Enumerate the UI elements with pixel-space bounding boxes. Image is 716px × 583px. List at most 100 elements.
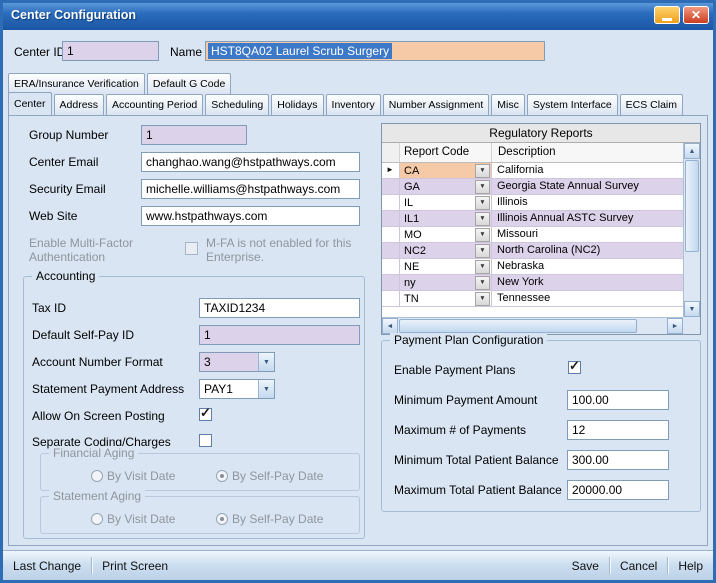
tab-inventory[interactable]: Inventory <box>326 94 381 115</box>
description-cell[interactable]: New York <box>492 275 683 291</box>
accounting-group: Accounting Tax ID Default Self-Pay ID Ac… <box>23 276 365 539</box>
tab-era-insurance-verification[interactable]: ERA/Insurance Verification <box>8 73 145 94</box>
description-cell[interactable]: Illinois Annual ASTC Survey <box>492 211 683 227</box>
vertical-scroll-thumb[interactable] <box>685 160 699 252</box>
name-input[interactable]: HST8QA02 Laurel Scrub Surgery <box>205 41 545 61</box>
description-cell[interactable]: Missouri <box>492 227 683 243</box>
description-cell[interactable]: California <box>492 163 683 179</box>
tab-center[interactable]: Center <box>8 92 52 115</box>
enable-payment-plans-checkbox[interactable]: ✓ <box>568 361 581 374</box>
scroll-left-button[interactable]: ◄ <box>382 318 398 334</box>
report-code-cell[interactable]: ny▼ <box>400 275 492 291</box>
close-button[interactable]: ✕ <box>683 6 709 24</box>
default-self-pay-id-input[interactable] <box>199 325 360 345</box>
financial-aging-by-visit-date-radio[interactable] <box>91 470 103 482</box>
tab-scheduling[interactable]: Scheduling <box>205 94 269 115</box>
vertical-scroll-track[interactable] <box>684 253 700 301</box>
horizontal-scrollbar[interactable]: ◄ ► <box>382 317 683 334</box>
minimum-payment-amount-input[interactable] <box>567 390 669 410</box>
horizontal-scroll-track[interactable] <box>638 318 667 334</box>
description-cell[interactable]: Illinois <box>492 195 683 211</box>
grid-col-description[interactable]: Description <box>492 143 683 162</box>
maximum-total-patient-balance-input[interactable] <box>567 480 669 500</box>
tab-address[interactable]: Address <box>54 94 105 115</box>
window-titlebar[interactable]: Center Configuration ✕ <box>0 0 716 30</box>
dropdown-button[interactable]: ▼ <box>475 292 490 306</box>
combo-button[interactable]: ▼ <box>258 380 274 398</box>
statement-aging-by-visit-date-radio[interactable] <box>91 513 103 525</box>
save-button[interactable]: Save <box>562 559 609 573</box>
report-code-cell[interactable]: NE▼ <box>400 259 492 275</box>
last-change-button[interactable]: Last Change <box>3 559 91 573</box>
report-code-cell[interactable]: NC2▼ <box>400 243 492 259</box>
tab-ecs-claim[interactable]: ECS Claim <box>620 94 683 115</box>
report-code-cell[interactable]: GA▼ <box>400 179 492 195</box>
report-code-cell[interactable]: CA▼ <box>400 163 492 179</box>
financial-aging-by-visit-date-label: By Visit Date <box>107 469 175 483</box>
dropdown-button[interactable]: ▼ <box>475 212 490 226</box>
tab-misc[interactable]: Misc <box>491 94 525 115</box>
maximum-payments-input[interactable] <box>567 420 669 440</box>
description-cell[interactable]: Tennessee <box>492 291 683 307</box>
minimize-button[interactable] <box>654 6 680 24</box>
dropdown-button[interactable]: ▼ <box>475 180 490 194</box>
tab-accounting-period[interactable]: Accounting Period <box>106 94 203 115</box>
report-code-cell[interactable]: IL▼ <box>400 195 492 211</box>
table-row[interactable]: GA▼ Georgia State Annual Survey <box>382 179 683 195</box>
report-code-cell[interactable]: IL1▼ <box>400 211 492 227</box>
scroll-right-button[interactable]: ► <box>667 318 683 334</box>
account-number-format-select[interactable]: 3 ▼ <box>199 352 275 372</box>
cancel-button[interactable]: Cancel <box>610 559 667 573</box>
status-bar: Last Change Print Screen Save Cancel Hel… <box>3 550 713 580</box>
tab-default-g-code[interactable]: Default G Code <box>147 73 231 94</box>
statement-aging-by-self-pay-date-radio[interactable] <box>216 513 228 525</box>
group-number-input[interactable] <box>141 125 247 145</box>
help-button[interactable]: Help <box>668 559 713 573</box>
description-cell[interactable]: Nebraska <box>492 259 683 275</box>
report-code-cell[interactable]: TN▼ <box>400 291 492 307</box>
table-row[interactable]: MO▼ Missouri <box>382 227 683 243</box>
print-screen-button[interactable]: Print Screen <box>92 559 178 573</box>
dropdown-button[interactable]: ▼ <box>475 244 490 258</box>
grid-col-report-code[interactable]: Report Code <box>400 143 492 162</box>
default-self-pay-id-label: Default Self-Pay ID <box>32 328 134 342</box>
statement-payment-address-select[interactable]: PAY1 ▼ <box>199 379 275 399</box>
dropdown-button[interactable]: ▼ <box>475 228 490 242</box>
center-configuration-window: Center Configuration ✕ Center ID Name HS… <box>0 0 716 583</box>
row-selector <box>382 243 400 259</box>
vertical-scrollbar[interactable]: ▲ ▼ <box>683 143 700 317</box>
center-email-input[interactable] <box>141 152 360 172</box>
table-row[interactable]: NC2▼ North Carolina (NC2) <box>382 243 683 259</box>
regulatory-reports-grid: Regulatory Reports Report Code Descripti… <box>381 123 701 335</box>
dropdown-button[interactable]: ▼ <box>475 260 490 274</box>
tab-system-interface[interactable]: System Interface <box>527 94 618 115</box>
tab-number-assignment[interactable]: Number Assignment <box>383 94 490 115</box>
mfa-checkbox[interactable] <box>185 242 198 255</box>
table-row[interactable]: IL1▼ Illinois Annual ASTC Survey <box>382 211 683 227</box>
dropdown-button[interactable]: ▼ <box>475 164 490 178</box>
table-row[interactable]: ► CA▼ California <box>382 163 683 179</box>
security-email-input[interactable] <box>141 179 360 199</box>
horizontal-scroll-thumb[interactable] <box>399 319 637 333</box>
dropdown-button[interactable]: ▼ <box>475 196 490 210</box>
allow-on-screen-posting-checkbox[interactable]: ✓ <box>199 408 212 421</box>
scroll-down-button[interactable]: ▼ <box>684 301 700 317</box>
table-row[interactable]: IL▼ Illinois <box>382 195 683 211</box>
description-cell[interactable]: Georgia State Annual Survey <box>492 179 683 195</box>
dropdown-button[interactable]: ▼ <box>475 276 490 290</box>
table-row[interactable]: TN▼ Tennessee <box>382 291 683 307</box>
description-cell[interactable]: North Carolina (NC2) <box>492 243 683 259</box>
table-row[interactable]: NE▼ Nebraska <box>382 259 683 275</box>
financial-aging-by-self-pay-date-radio[interactable] <box>216 470 228 482</box>
center-id-input[interactable] <box>62 41 159 61</box>
web-site-input[interactable] <box>141 206 360 226</box>
table-row[interactable]: ny▼ New York <box>382 275 683 291</box>
tab-holidays[interactable]: Holidays <box>271 94 323 115</box>
tax-id-input[interactable] <box>199 298 360 318</box>
combo-button[interactable]: ▼ <box>258 353 274 371</box>
separate-coding-charges-checkbox[interactable] <box>199 434 212 447</box>
center-id-label: Center ID <box>14 45 65 59</box>
report-code-cell[interactable]: MO▼ <box>400 227 492 243</box>
scroll-up-button[interactable]: ▲ <box>684 143 700 159</box>
minimum-total-patient-balance-input[interactable] <box>567 450 669 470</box>
